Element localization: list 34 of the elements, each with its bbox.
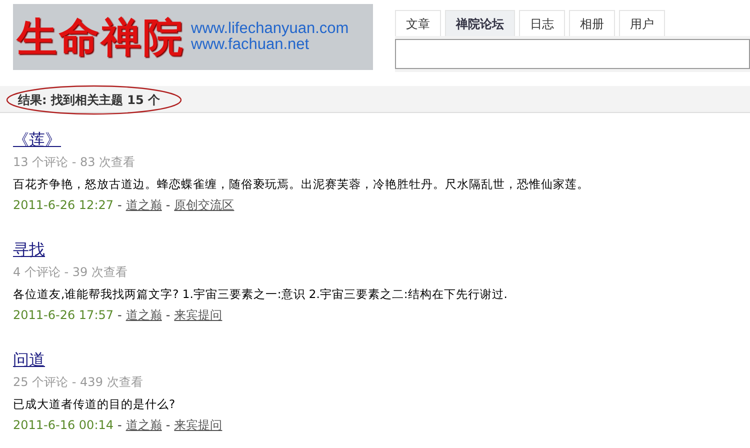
site-url: www.fachuan.net	[191, 37, 310, 53]
nav-tab[interactable]: 禅院论坛	[445, 10, 515, 36]
author-link[interactable]: 道之巅	[126, 417, 162, 433]
result-count: 结果: 找到相关主题 15 个	[18, 92, 160, 109]
forum-link[interactable]: 来宾提问	[174, 417, 222, 433]
site-url: www.lifechanyuan.com	[191, 21, 349, 37]
separator: -	[166, 307, 170, 323]
post-title-link[interactable]: 问道	[13, 349, 45, 371]
separator: -	[118, 197, 122, 213]
separator: -	[118, 307, 122, 323]
post-title-link[interactable]: 《莲》	[13, 129, 61, 151]
author-link[interactable]: 道之巅	[126, 197, 162, 213]
post-excerpt: 各位道友,谁能帮我找两篇文字? 1.宇宙三要素之一:意识 2.宇宙三要素之二:结构在下先行谢过.	[13, 286, 508, 302]
nav-tab[interactable]: 文章	[395, 10, 441, 36]
forum-link[interactable]: 原创交流区	[174, 197, 234, 213]
logo-title: 生命禅院	[17, 12, 185, 62]
post-date: 2011-6-26 12:27	[13, 197, 114, 213]
post-stats: 25 个评论 - 439 次查看	[13, 374, 144, 390]
post-date: 2011-6-16 00:14	[13, 417, 114, 433]
search-field[interactable]	[395, 39, 750, 69]
author-link[interactable]: 道之巅	[126, 307, 162, 323]
nav-tab[interactable]: 相册	[569, 10, 615, 36]
nav-tab[interactable]: 日志	[519, 10, 565, 36]
post-stats: 13 个评论 - 83 次查看	[13, 154, 136, 170]
post-excerpt: 百花齐争艳，怒放古道边。蜂恋蝶雀缠，随俗亵玩焉。出泥赛芙蓉，冷艳胜牡丹。尺水隔乱世，恐惟仙家莲。	[13, 176, 590, 192]
forum-link[interactable]: 来宾提问	[174, 307, 222, 323]
nav-tab[interactable]: 用户	[619, 10, 665, 36]
post-stats: 4 个评论 - 39 次查看	[13, 264, 128, 280]
post-title-link[interactable]: 寻找	[13, 239, 45, 261]
separator: -	[166, 417, 170, 433]
post-excerpt: 已成大道者传道的目的是什么?	[13, 396, 176, 412]
separator: -	[166, 197, 170, 213]
separator: -	[118, 417, 122, 433]
post-date: 2011-6-26 17:57	[13, 307, 114, 323]
